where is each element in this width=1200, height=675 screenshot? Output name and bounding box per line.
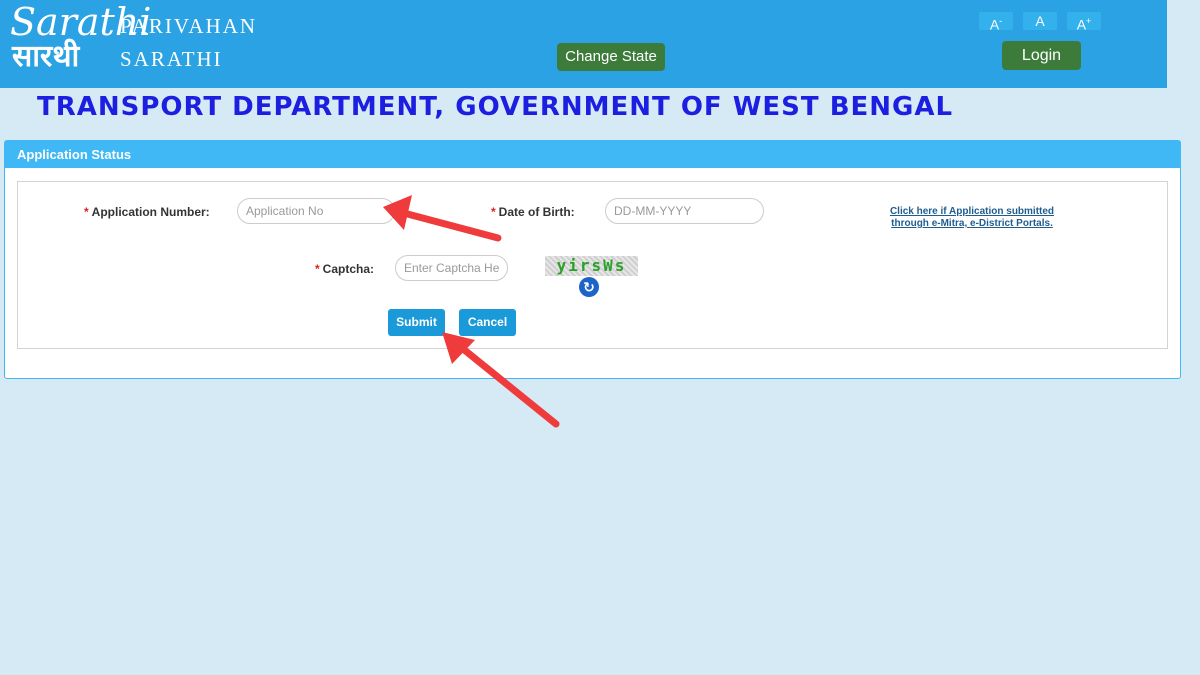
submit-button[interactable]: Submit (388, 309, 445, 336)
font-decrease-button[interactable]: A- (979, 12, 1013, 33)
logo-text-hi: सारथी (12, 39, 80, 74)
brand-parivahan: PARIVAHAN (120, 14, 258, 38)
font-decrease-label: A (989, 16, 1000, 33)
font-decrease-sign: - (999, 16, 1003, 26)
captcha-input[interactable] (395, 255, 508, 281)
dob-input[interactable] (605, 198, 764, 224)
emitra-link-line1: Click here if Application submitted (889, 206, 1055, 217)
font-increase-button[interactable]: A+ (1067, 12, 1101, 33)
login-button[interactable]: Login (1002, 41, 1081, 70)
required-mark: * (315, 262, 320, 276)
font-increase-label: A (1076, 16, 1087, 33)
refresh-captcha-icon[interactable]: ↻ (579, 277, 599, 297)
emitra-link[interactable]: Click here if Application submitted throu… (882, 206, 1062, 230)
cancel-button[interactable]: Cancel (459, 309, 516, 336)
panel-title: Application Status (5, 141, 1180, 168)
font-normal-label: A (1035, 13, 1045, 29)
form-area: *Application Number: *Date of Birth: Cli… (17, 181, 1168, 349)
emitra-link-line2: through e-Mitra, e-District Portals. (891, 218, 1053, 229)
change-state-button[interactable]: Change State (557, 43, 665, 71)
page-title: TRANSPORT DEPARTMENT, GOVERNMENT OF WEST… (37, 92, 954, 122)
font-normal-button[interactable]: A (1023, 12, 1057, 30)
captcha-label-text: Captcha: (322, 262, 375, 276)
required-mark: * (84, 205, 89, 219)
application-number-label-text: Application Number: (91, 205, 210, 219)
font-increase-sign: + (1086, 16, 1092, 26)
header-bar: Sarathi सारथी PARIVAHAN SARATHI Change S… (0, 0, 1167, 88)
application-status-panel: Application Status * Application Number: … (4, 140, 1181, 379)
application-number-label: * Application Number: (84, 205, 210, 219)
dob-label-text: Date of Birth: (498, 205, 575, 219)
dob-label: * Date of Birth: (491, 205, 575, 219)
sarathi-logo[interactable]: Sarathi सारथी (6, 2, 151, 78)
required-mark: * (491, 205, 496, 219)
captcha-image: yirsWs (545, 256, 638, 276)
captcha-label: * Captcha: (315, 262, 374, 276)
application-number-input[interactable] (237, 198, 395, 224)
brand-sarathi: SARATHI (120, 47, 223, 71)
